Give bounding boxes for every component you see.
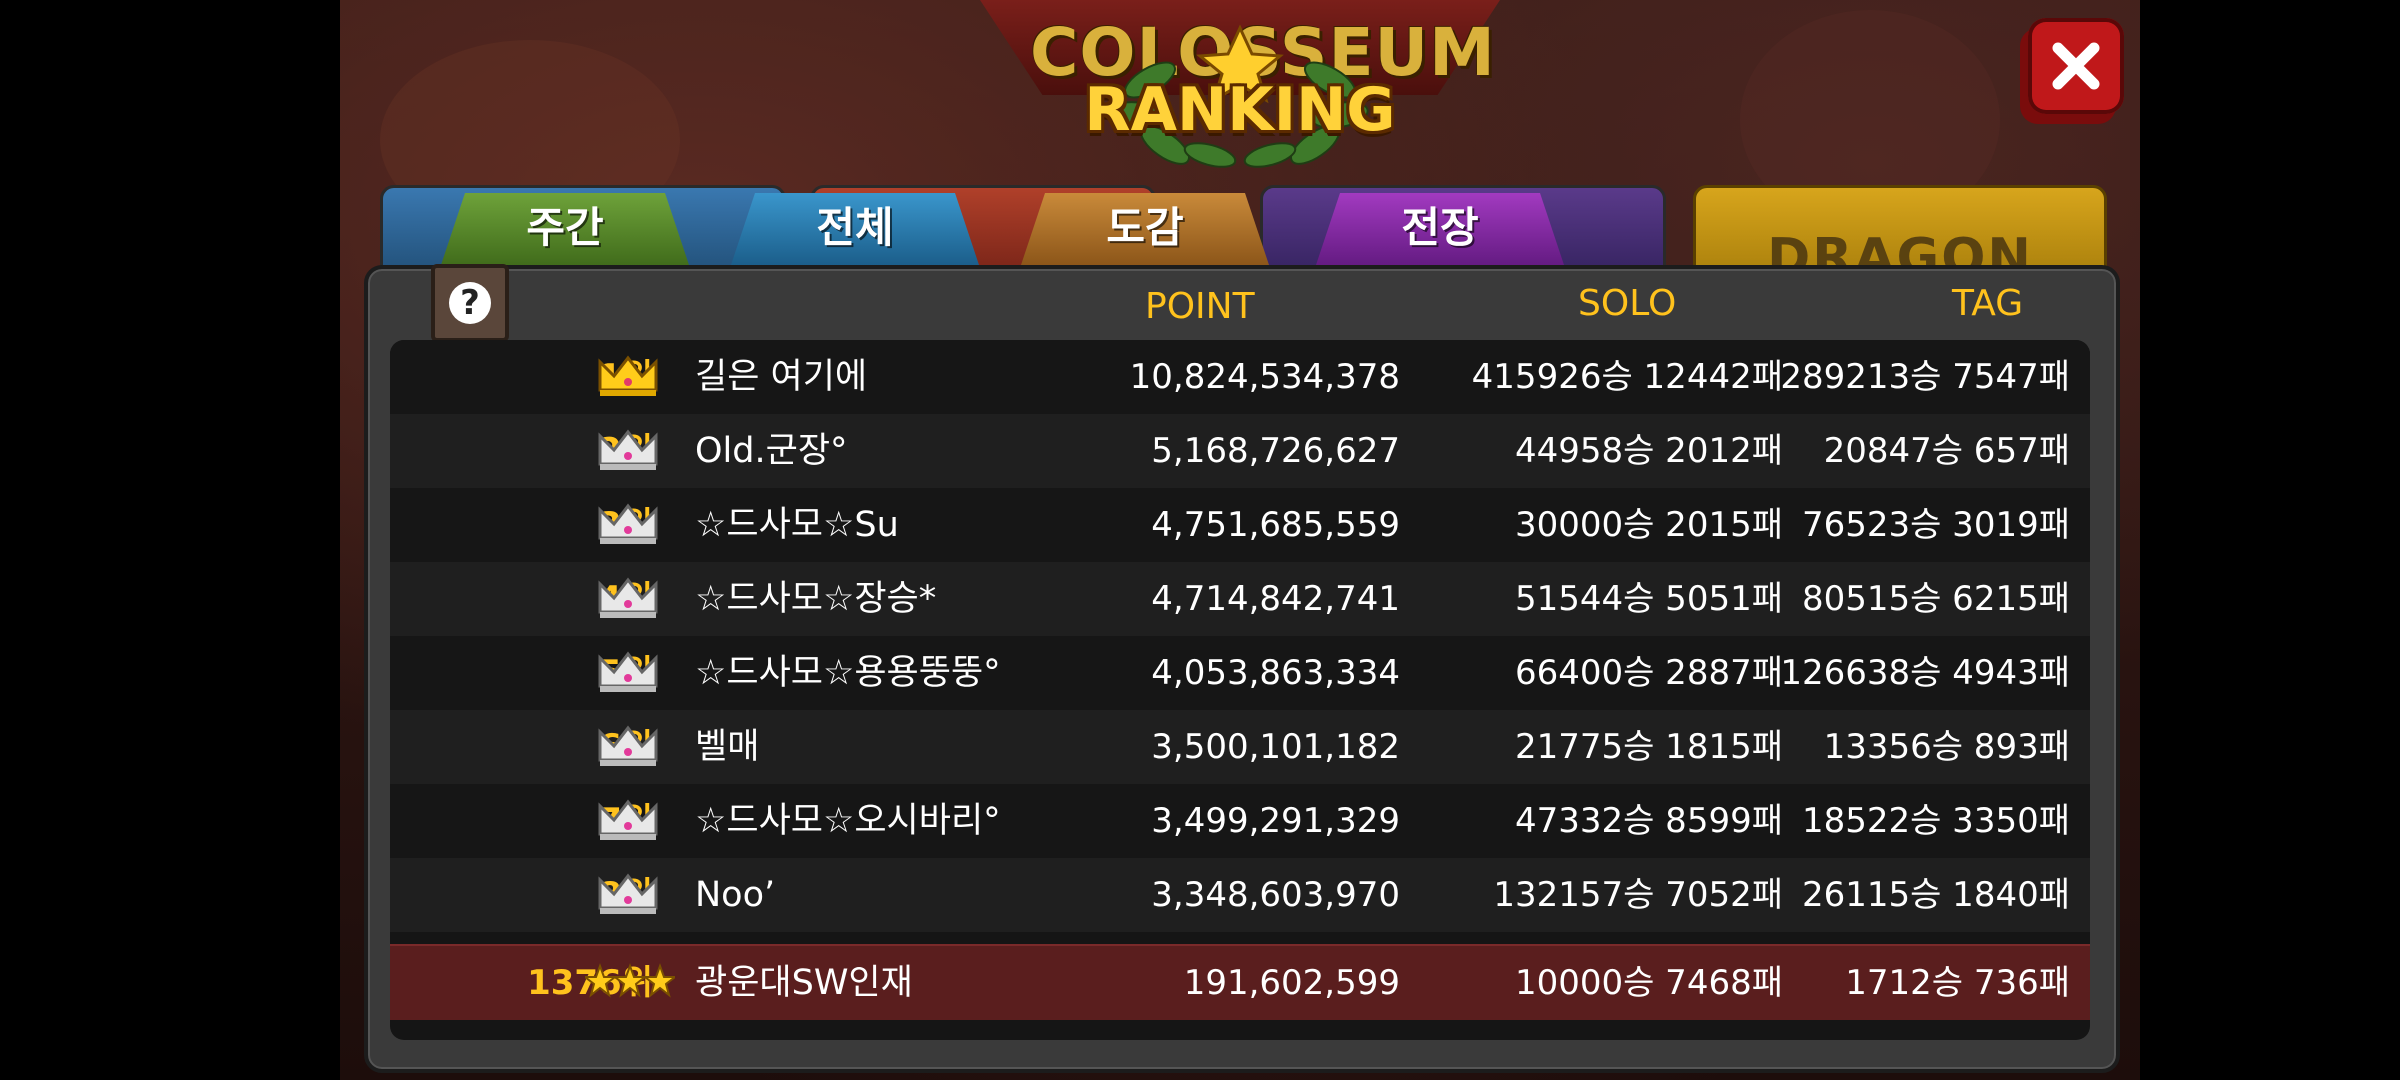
- solo-record: 30000승 2015패: [1514, 505, 1783, 545]
- solo-record: 47332승 8599패: [1514, 801, 1783, 841]
- solo-record: 66400승 2887패: [1514, 653, 1783, 693]
- table-row[interactable]: 5위 ☆드사모☆용용뚱뚱° 4,053,863,334 66400승 2887패…: [390, 636, 2090, 710]
- tag-record: 13356승 893패: [1823, 727, 2070, 767]
- player-points: 4,053,863,334: [1151, 653, 1400, 693]
- game-screen: COLOSSEUM RANKING DRAGON 주간 전체 도감 전장 ? P: [340, 0, 2140, 1080]
- table-row[interactable]: 6위 벨매 3,500,101,182 21775승 1815패 13356승 …: [390, 710, 2090, 784]
- solo-record: 21775승 1815패: [1514, 727, 1783, 767]
- solo-record: 132157승 7052패: [1493, 875, 1783, 915]
- table-row[interactable]: 1위 길은 여기에 10,824,534,378 415926승 12442패 …: [390, 340, 2090, 414]
- player-points: 5,168,726,627: [1151, 431, 1400, 471]
- player-name: 길은 여기에: [695, 357, 868, 397]
- silver-crown-icon: [598, 725, 658, 766]
- my-rank-row[interactable]: 1376위 광운대SW인재 191,602,599 10000승 7468패 1…: [390, 944, 2090, 1020]
- player-points: 4,751,685,559: [1151, 505, 1400, 545]
- close-icon: [2052, 42, 2100, 90]
- solo-record: 10000승 7468패: [1514, 963, 1783, 1003]
- tab-label: 전장: [1401, 203, 1479, 252]
- tab-label: 도감: [1106, 203, 1184, 252]
- tab-label: 주간: [526, 203, 604, 252]
- tag-record: 26115승 1840패: [1801, 875, 2070, 915]
- page-title: RANKING: [1084, 75, 1396, 145]
- player-name: ☆드사모☆Su: [695, 505, 899, 545]
- ranking-table: 1위 길은 여기에 10,824,534,378 415926승 12442패 …: [390, 340, 2090, 1040]
- player-name: ☆드사모☆오시바리°: [695, 801, 1001, 841]
- tag-record: 289213승 7547패: [1780, 357, 2070, 397]
- player-name: ☆드사모☆장승*: [695, 579, 937, 619]
- table-row[interactable]: 7위 ☆드사모☆오시바리° 3,499,291,329 47332승 8599패…: [390, 784, 2090, 858]
- tab-overall[interactable]: 전체: [730, 193, 980, 268]
- column-header-tag: TAG: [1952, 283, 2024, 324]
- help-button[interactable]: ?: [431, 264, 509, 342]
- player-name: 벨매: [695, 727, 760, 767]
- tag-record: 18522승 3350패: [1801, 801, 2070, 841]
- player-points: 3,348,603,970: [1151, 875, 1400, 915]
- player-points: 4,714,842,741: [1151, 579, 1400, 619]
- player-points: 3,499,291,329: [1151, 801, 1400, 841]
- tag-record: 126638승 4943패: [1780, 653, 2070, 693]
- column-header-solo: SOLO: [1578, 283, 1677, 324]
- player-name: Noo’: [695, 875, 776, 915]
- tag-record: 1712승 736패: [1845, 963, 2070, 1003]
- column-header-point: POINT: [1145, 286, 1255, 327]
- gold-crown-icon: [598, 355, 658, 396]
- silver-crown-icon: [598, 651, 658, 692]
- player-name: Old.군장°: [695, 431, 848, 471]
- solo-record: 51544승 5051패: [1514, 579, 1783, 619]
- tab-label: 전체: [816, 203, 894, 252]
- close-button[interactable]: [2028, 18, 2124, 114]
- silver-crown-icon: [598, 873, 658, 914]
- player-points: 191,602,599: [1183, 963, 1400, 1003]
- silver-crown-icon: [598, 577, 658, 618]
- silver-crown-icon: [598, 503, 658, 544]
- three-stars-icon: [585, 963, 675, 998]
- table-row[interactable]: 4위 ☆드사모☆장승* 4,714,842,741 51544승 5051패 8…: [390, 562, 2090, 636]
- tab-battlefield[interactable]: 전장: [1315, 193, 1565, 268]
- table-row[interactable]: 3위 ☆드사모☆Su 4,751,685,559 30000승 2015패 76…: [390, 488, 2090, 562]
- table-row[interactable]: 2위 Old.군장° 5,168,726,627 44958승 2012패 20…: [390, 414, 2090, 488]
- question-icon: ?: [449, 282, 491, 324]
- solo-record: 44958승 2012패: [1514, 431, 1783, 471]
- tag-record: 20847승 657패: [1823, 431, 2070, 471]
- player-points: 10,824,534,378: [1129, 357, 1400, 397]
- tag-record: 80515승 6215패: [1801, 579, 2070, 619]
- silver-crown-icon: [598, 799, 658, 840]
- player-name: ☆드사모☆용용뚱뚱°: [695, 653, 1001, 693]
- player-points: 3,500,101,182: [1151, 727, 1400, 767]
- solo-record: 415926승 12442패: [1471, 357, 1783, 397]
- silver-crown-icon: [598, 429, 658, 470]
- player-name: 광운대SW인재: [695, 963, 913, 1003]
- tag-record: 76523승 3019패: [1801, 505, 2070, 545]
- tab-weekly[interactable]: 주간: [440, 193, 690, 268]
- tab-collection[interactable]: 도감: [1020, 193, 1270, 268]
- table-row[interactable]: 8위 Noo’ 3,348,603,970 132157승 7052패 2611…: [390, 858, 2090, 932]
